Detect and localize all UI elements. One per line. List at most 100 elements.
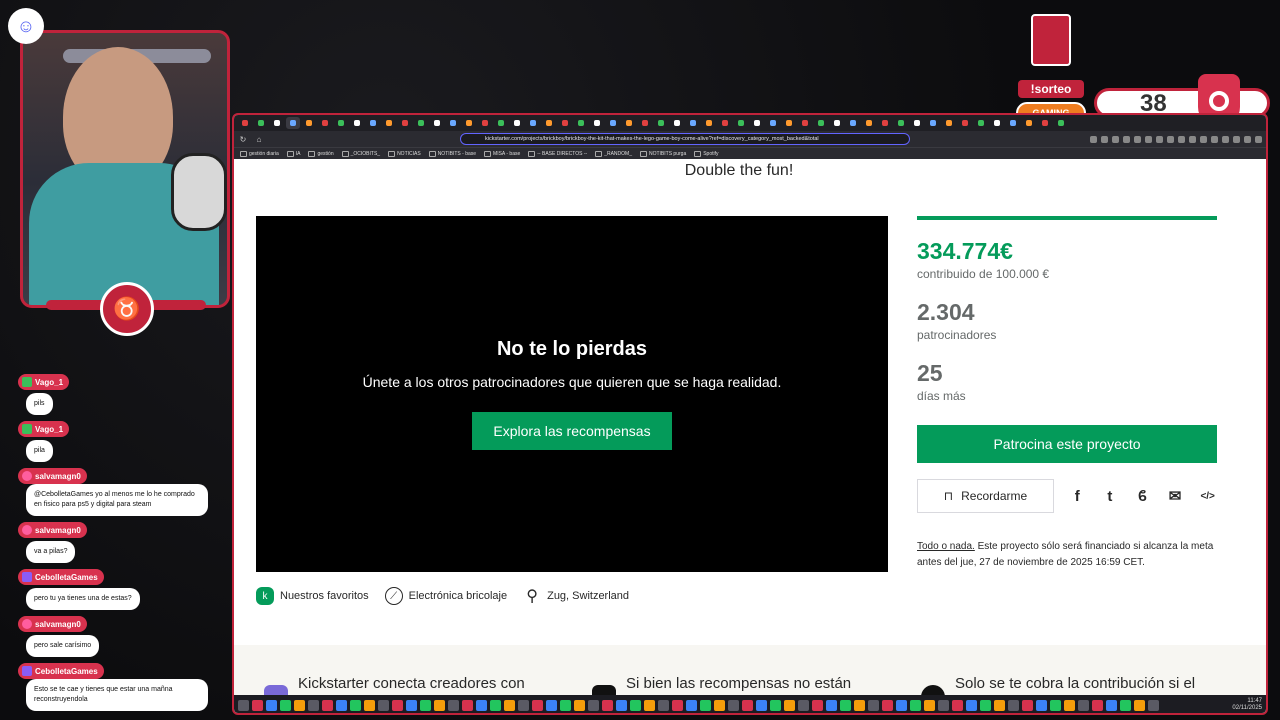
taskbar-app-icon[interactable] xyxy=(476,699,487,711)
bookmark-item[interactable]: -- BASE DIRECTOS -- xyxy=(528,151,587,157)
browser-tab[interactable] xyxy=(558,117,572,129)
bookmark-item[interactable]: gestión xyxy=(308,151,333,157)
browser-tab[interactable] xyxy=(702,117,716,129)
browser-tab[interactable] xyxy=(270,117,284,129)
taskbar-app-icon[interactable] xyxy=(966,699,977,711)
browser-tab[interactable] xyxy=(318,117,332,129)
taskbar-app-icon[interactable] xyxy=(1106,699,1117,711)
taskbar-app-icon[interactable] xyxy=(1092,699,1103,711)
browser-tab[interactable] xyxy=(750,117,764,129)
extension-icon[interactable] xyxy=(1255,135,1262,143)
bookmark-item[interactable]: MISA - base xyxy=(484,151,520,157)
taskbar-app-icon[interactable] xyxy=(1064,699,1075,711)
tag-category[interactable]: ⟋ Electrónica bricolaje xyxy=(384,587,507,605)
browser-tab[interactable] xyxy=(718,117,732,129)
browser-tab[interactable] xyxy=(590,117,604,129)
browser-tab[interactable] xyxy=(782,117,796,129)
taskbar-app-icon[interactable] xyxy=(1078,699,1089,711)
remind-me-button[interactable]: ⊓ Recordarme xyxy=(917,479,1054,513)
browser-tab[interactable] xyxy=(798,117,812,129)
browser-tab[interactable] xyxy=(334,117,348,129)
bookmark-item[interactable]: IA xyxy=(287,151,301,157)
taskbar-app-icon[interactable] xyxy=(1022,699,1033,711)
taskbar-app-icon[interactable] xyxy=(518,699,529,711)
extension-icon[interactable] xyxy=(1123,135,1130,143)
browser-tab[interactable] xyxy=(286,117,300,129)
explore-rewards-button[interactable]: Explora las recompensas xyxy=(472,412,672,450)
taskbar-app-icon[interactable] xyxy=(504,699,515,711)
taskbar-app-icon[interactable] xyxy=(938,699,949,711)
browser-tab[interactable] xyxy=(846,117,860,129)
extension-icon[interactable] xyxy=(1244,135,1251,143)
taskbar-app-icon[interactable] xyxy=(336,699,347,711)
taskbar-app-icon[interactable] xyxy=(910,699,921,711)
browser-tab[interactable] xyxy=(1022,117,1036,129)
taskbar-app-icon[interactable] xyxy=(924,699,935,711)
browser-tab[interactable] xyxy=(734,117,748,129)
tag-favorites[interactable]: k Nuestros favoritos xyxy=(256,587,369,605)
chat-username[interactable]: Vago_1 xyxy=(18,421,70,437)
taskbar-app-icon[interactable] xyxy=(308,699,319,711)
browser-tab[interactable] xyxy=(462,117,476,129)
taskbar-app-icon[interactable] xyxy=(1134,699,1145,711)
taskbar-app-icon[interactable] xyxy=(1120,699,1131,711)
twitter-icon[interactable]: t xyxy=(1101,486,1120,506)
browser-tab[interactable] xyxy=(478,117,492,129)
browser-tab[interactable] xyxy=(990,117,1004,129)
taskbar-app-icon[interactable] xyxy=(560,699,571,711)
browser-tab[interactable] xyxy=(254,117,268,129)
extension-icon[interactable] xyxy=(1178,135,1185,143)
taskbar-app-icon[interactable] xyxy=(266,699,277,711)
browser-tab[interactable] xyxy=(302,117,316,129)
taskbar-app-icon[interactable] xyxy=(420,699,431,711)
address-bar[interactable]: kickstarter.com/projects/brickboy/brickb… xyxy=(460,133,910,145)
taskbar-app-icon[interactable] xyxy=(700,699,711,711)
chat-username[interactable]: Vago_1 xyxy=(18,374,70,390)
bookmark-item[interactable]: NOTIBITS - base xyxy=(429,151,476,157)
bookmark-item[interactable]: NOTIBITS purga xyxy=(640,151,686,157)
browser-tab[interactable] xyxy=(766,117,780,129)
taskbar-app-icon[interactable] xyxy=(294,699,305,711)
taskbar-app-icon[interactable] xyxy=(728,699,739,711)
all-or-nothing-link[interactable]: Todo o nada. xyxy=(917,541,975,552)
taskbar-app-icon[interactable] xyxy=(714,699,725,711)
browser-tab[interactable] xyxy=(574,117,588,129)
taskbar-app-icon[interactable] xyxy=(350,699,361,711)
video-panel[interactable]: No te lo pierdas Únete a los otros patro… xyxy=(256,216,888,572)
browser-tab[interactable] xyxy=(926,117,940,129)
email-icon[interactable]: ✉ xyxy=(1166,486,1185,506)
browser-tab[interactable] xyxy=(542,117,556,129)
browser-tab[interactable] xyxy=(350,117,364,129)
bookmark-item[interactable]: Spotify xyxy=(694,151,718,157)
bookmark-item[interactable]: _OCIOBITS_ xyxy=(342,151,380,157)
extension-icon[interactable] xyxy=(1134,135,1141,143)
taskbar-app-icon[interactable] xyxy=(994,699,1005,711)
taskbar-app-icon[interactable] xyxy=(798,699,809,711)
taskbar-app-icon[interactable] xyxy=(532,699,543,711)
taskbar-app-icon[interactable] xyxy=(252,699,263,711)
taskbar-app-icon[interactable] xyxy=(406,699,417,711)
taskbar-app-icon[interactable] xyxy=(658,699,669,711)
taskbar-app-icon[interactable] xyxy=(546,699,557,711)
taskbar-app-icon[interactable] xyxy=(448,699,459,711)
browser-tab[interactable] xyxy=(638,117,652,129)
chat-username[interactable]: CebolletaGames xyxy=(18,663,104,679)
browser-tab[interactable] xyxy=(974,117,988,129)
browser-tab[interactable] xyxy=(382,117,396,129)
taskbar-app-icon[interactable] xyxy=(602,699,613,711)
taskbar-app-icon[interactable] xyxy=(490,699,501,711)
browser-tab[interactable] xyxy=(686,117,700,129)
chat-username[interactable]: CebolletaGames xyxy=(18,569,104,585)
browser-tab[interactable] xyxy=(1038,117,1052,129)
browser-tab[interactable] xyxy=(894,117,908,129)
browser-tab[interactable] xyxy=(398,117,412,129)
chat-username[interactable]: salvamagn0 xyxy=(18,522,87,538)
bookmark-item[interactable]: _RANDOM_ xyxy=(595,151,632,157)
extension-icon[interactable] xyxy=(1189,135,1196,143)
home-icon[interactable]: ⌂ xyxy=(254,135,264,144)
taskbar-app-icon[interactable] xyxy=(1036,699,1047,711)
taskbar-app-icon[interactable] xyxy=(238,699,249,711)
taskbar-app-icon[interactable] xyxy=(784,699,795,711)
taskbar-app-icon[interactable] xyxy=(434,699,445,711)
extension-icon[interactable] xyxy=(1233,135,1240,143)
